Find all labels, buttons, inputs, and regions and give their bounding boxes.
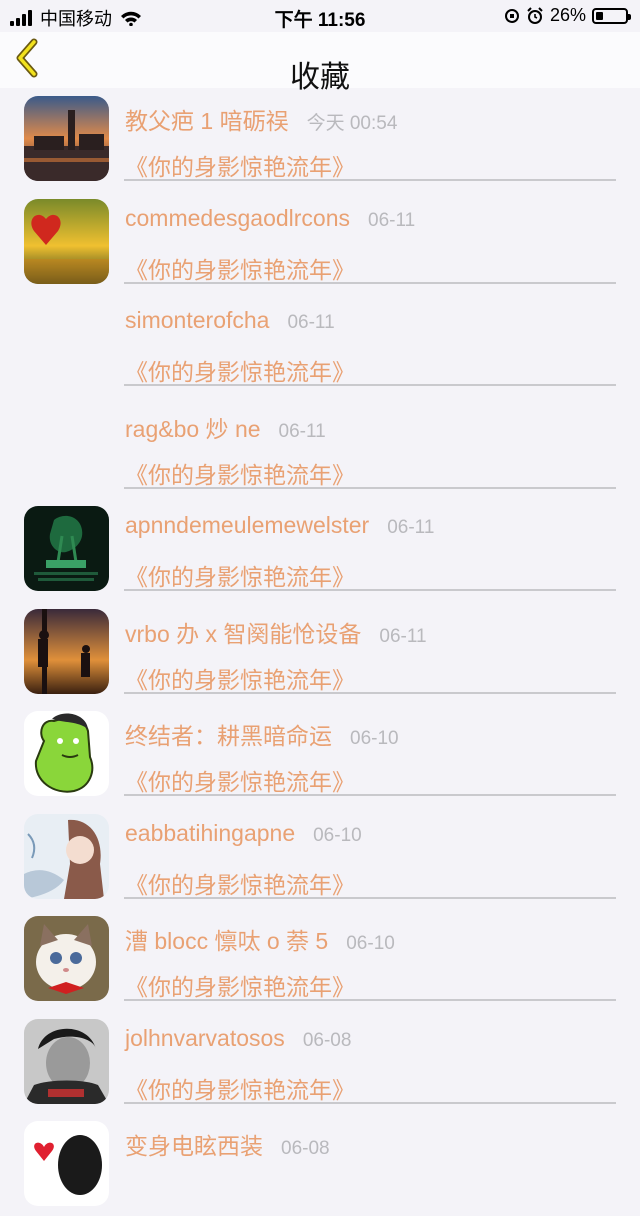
username[interactable]: simonterofcha — [125, 307, 269, 334]
divider — [124, 896, 616, 899]
list-item[interactable]: 变身电眩西装 06-08 — [0, 1113, 640, 1216]
avatar[interactable] — [24, 96, 109, 181]
divider — [124, 1101, 616, 1104]
username[interactable]: commedesgaodlrcons — [125, 205, 350, 232]
divider — [124, 691, 616, 694]
divider — [124, 999, 616, 1001]
song-title[interactable]: 《你的身影惊艳流年》 — [125, 763, 355, 797]
divider — [124, 179, 616, 181]
item-header: 教父疤 1 喑砺祦 今天 00:54 — [125, 102, 397, 136]
list-item[interactable]: 漕 blocc 懔呔 o 萘 5 06-10 《你的身影惊艳流年》 — [0, 908, 640, 1011]
status-right: 26% — [504, 5, 631, 26]
timestamp: 06-11 — [278, 420, 326, 442]
divider — [124, 589, 616, 591]
avatar[interactable] — [24, 711, 109, 796]
item-header: commedesgaodlrcons 06-11 — [125, 205, 415, 232]
timestamp: 06-11 — [287, 312, 335, 333]
username[interactable]: eabbatihingapne — [125, 820, 295, 847]
favorites-list: 教父疤 1 喑砺祦 今天 00:54 《你的身影惊艳流年》 commedesgaodl… — [0, 88, 640, 1216]
divider — [124, 281, 616, 284]
username[interactable]: rag&bo 炒 ne — [125, 410, 261, 444]
song-title[interactable]: 《你的身影惊艳流年》 — [125, 353, 355, 387]
divider — [124, 794, 616, 796]
username[interactable]: 教父疤 1 喑砺祦 — [125, 102, 289, 136]
item-header: apnndemeulemewelster 06-11 — [125, 512, 434, 539]
timestamp: 今天 00:54 — [306, 113, 398, 134]
song-title[interactable]: 《你的身影惊艳流年》 — [125, 866, 355, 900]
timestamp: 06-11 — [379, 625, 427, 647]
song-title[interactable]: 《你的身影惊艳流年》 — [125, 968, 355, 1002]
username[interactable]: apnndemeulemewelster — [125, 512, 369, 539]
list-item[interactable]: simonterofcha 06-11 《你的身影惊艳流年》 — [0, 293, 640, 396]
list-item[interactable]: eabbatihingapne 06-10 《你的身影惊艳流年》 — [0, 806, 640, 909]
avatar[interactable] — [24, 608, 109, 694]
list-item[interactable]: 教父疤 1 喑砺祦 今天 00:54 《你的身影惊艳流年》 — [0, 88, 640, 191]
divider — [124, 486, 616, 489]
battery-icon — [592, 7, 631, 24]
timestamp: 06-11 — [368, 209, 416, 231]
list-item[interactable]: rag&bo 炒 ne 06-11 《你的身影惊艳流年》 — [0, 396, 640, 499]
song-title[interactable]: 《你的身影惊艳流年》 — [125, 148, 355, 182]
username[interactable]: 终结者：耕黑暗命运 — [125, 717, 332, 751]
list-item[interactable]: apnndemeulemewelster 06-11 《你的身影惊艳流年》 — [0, 498, 640, 601]
nav-bar: 收藏 — [0, 32, 640, 94]
song-title[interactable]: 《你的身影惊艳流年》 — [125, 558, 355, 592]
username[interactable]: 变身电眩西装 — [125, 1127, 263, 1161]
timestamp: 06-10 — [346, 933, 395, 954]
timestamp: 06-10 — [350, 728, 399, 749]
timestamp: 06-08 — [302, 1029, 352, 1051]
divider — [124, 384, 616, 386]
song-title[interactable]: 《你的身影惊艳流年》 — [125, 251, 355, 285]
item-header: eabbatihingapne 06-10 — [125, 820, 362, 847]
item-header: vrbo 办 x 智阕能怆设备 06-11 — [125, 615, 427, 649]
username[interactable]: jolhnvarvatosos — [125, 1025, 285, 1052]
avatar[interactable] — [24, 813, 109, 899]
list-item[interactable]: vrbo 办 x 智阕能怆设备 06-11 《你的身影惊艳流年》 — [0, 601, 640, 704]
username[interactable]: 漕 blocc 懔呔 o 萘 5 — [125, 922, 328, 956]
avatar[interactable] — [24, 916, 109, 1001]
song-title[interactable]: 《你的身影惊艳流年》 — [125, 1071, 355, 1105]
username[interactable]: vrbo 办 x 智阕能怆设备 — [125, 615, 361, 649]
timestamp: 06-11 — [387, 517, 435, 538]
battery-fill — [596, 11, 604, 20]
list-item[interactable]: jolhnvarvatosos 06-08 《你的身影惊艳流年》 — [0, 1011, 640, 1114]
item-header: simonterofcha 06-11 — [125, 307, 335, 334]
status-bar: 中国移动 下午 11:56 26% — [0, 0, 640, 32]
item-header: rag&bo 炒 ne 06-11 — [125, 410, 326, 444]
item-header: 终结者：耕黑暗命运 06-10 — [125, 717, 399, 751]
song-title[interactable]: 《你的身影惊艳流年》 — [125, 661, 355, 695]
battery-cap — [628, 13, 631, 20]
alarm-icon — [527, 6, 543, 24]
list-item[interactable]: commedesgaodlrcons 06-11 《你的身影惊艳流年》 — [0, 191, 640, 294]
orientation-lock-icon — [504, 8, 519, 23]
battery-percent: 26% — [549, 5, 586, 25]
item-header: 变身电眩西装 06-08 — [125, 1127, 330, 1161]
timestamp: 06-08 — [281, 1138, 330, 1159]
item-header: 漕 blocc 懔呔 o 萘 5 06-10 — [125, 922, 395, 956]
avatar[interactable] — [24, 1121, 109, 1206]
avatar[interactable] — [24, 506, 109, 591]
item-header: jolhnvarvatosos 06-08 — [125, 1025, 351, 1052]
song-title[interactable]: 《你的身影惊艳流年》 — [125, 456, 355, 490]
list-item[interactable]: 终结者：耕黑暗命运 06-10 《你的身影惊艳流年》 — [0, 703, 640, 806]
timestamp: 06-10 — [313, 824, 362, 846]
avatar[interactable] — [24, 1018, 109, 1104]
avatar[interactable] — [24, 198, 109, 284]
